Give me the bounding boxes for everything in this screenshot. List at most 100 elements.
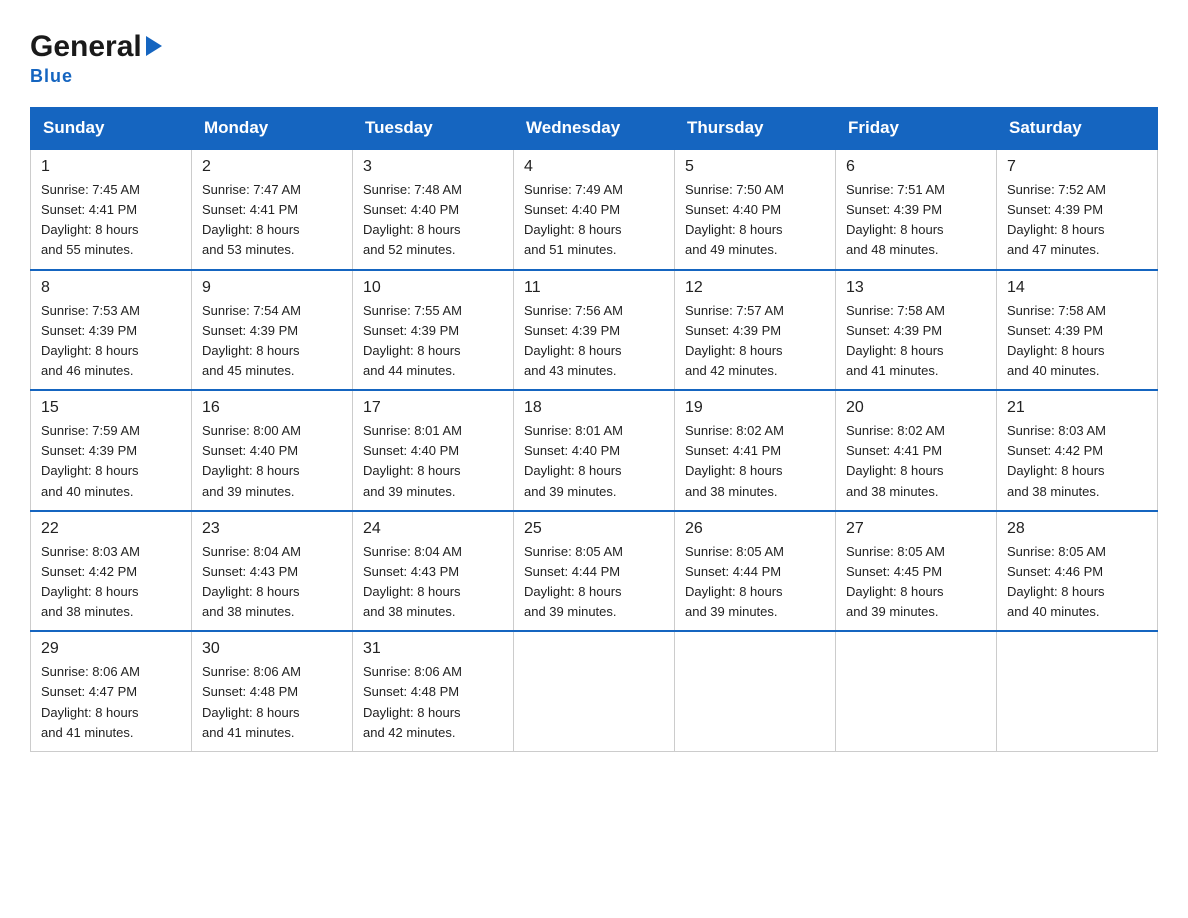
calendar-header-row: SundayMondayTuesdayWednesdayThursdayFrid… [31,108,1158,150]
calendar-day-cell [514,631,675,751]
day-info: Sunrise: 8:04 AM Sunset: 4:43 PM Dayligh… [363,542,503,623]
day-info: Sunrise: 8:01 AM Sunset: 4:40 PM Dayligh… [363,421,503,502]
day-number: 6 [846,158,986,176]
day-info: Sunrise: 7:48 AM Sunset: 4:40 PM Dayligh… [363,180,503,261]
calendar-day-cell: 4 Sunrise: 7:49 AM Sunset: 4:40 PM Dayli… [514,149,675,270]
day-info: Sunrise: 8:06 AM Sunset: 4:48 PM Dayligh… [202,662,342,743]
day-info: Sunrise: 7:57 AM Sunset: 4:39 PM Dayligh… [685,301,825,382]
day-info: Sunrise: 8:06 AM Sunset: 4:48 PM Dayligh… [363,662,503,743]
header-thursday: Thursday [675,108,836,150]
day-info: Sunrise: 8:06 AM Sunset: 4:47 PM Dayligh… [41,662,181,743]
day-number: 31 [363,640,503,658]
day-number: 4 [524,158,664,176]
calendar-day-cell: 11 Sunrise: 7:56 AM Sunset: 4:39 PM Dayl… [514,270,675,391]
day-number: 13 [846,279,986,297]
calendar-day-cell: 5 Sunrise: 7:50 AM Sunset: 4:40 PM Dayli… [675,149,836,270]
day-number: 24 [363,520,503,538]
calendar-day-cell: 26 Sunrise: 8:05 AM Sunset: 4:44 PM Dayl… [675,511,836,632]
day-info: Sunrise: 7:49 AM Sunset: 4:40 PM Dayligh… [524,180,664,261]
day-info: Sunrise: 8:02 AM Sunset: 4:41 PM Dayligh… [846,421,986,502]
calendar-day-cell: 21 Sunrise: 8:03 AM Sunset: 4:42 PM Dayl… [997,390,1158,511]
calendar-day-cell: 8 Sunrise: 7:53 AM Sunset: 4:39 PM Dayli… [31,270,192,391]
day-info: Sunrise: 7:47 AM Sunset: 4:41 PM Dayligh… [202,180,342,261]
day-number: 1 [41,158,181,176]
calendar-day-cell: 9 Sunrise: 7:54 AM Sunset: 4:39 PM Dayli… [192,270,353,391]
logo-general-text: General [30,30,142,64]
calendar-day-cell: 15 Sunrise: 7:59 AM Sunset: 4:39 PM Dayl… [31,390,192,511]
logo-blue-text: Blue [30,66,73,87]
day-info: Sunrise: 7:53 AM Sunset: 4:39 PM Dayligh… [41,301,181,382]
day-number: 21 [1007,399,1147,417]
day-number: 12 [685,279,825,297]
calendar-day-cell: 25 Sunrise: 8:05 AM Sunset: 4:44 PM Dayl… [514,511,675,632]
day-number: 26 [685,520,825,538]
day-number: 29 [41,640,181,658]
day-info: Sunrise: 8:05 AM Sunset: 4:44 PM Dayligh… [685,542,825,623]
calendar-week-row: 29 Sunrise: 8:06 AM Sunset: 4:47 PM Dayl… [31,631,1158,751]
day-number: 2 [202,158,342,176]
day-number: 15 [41,399,181,417]
day-info: Sunrise: 7:58 AM Sunset: 4:39 PM Dayligh… [846,301,986,382]
day-number: 22 [41,520,181,538]
calendar-table: SundayMondayTuesdayWednesdayThursdayFrid… [30,107,1158,752]
day-number: 3 [363,158,503,176]
calendar-day-cell: 31 Sunrise: 8:06 AM Sunset: 4:48 PM Dayl… [353,631,514,751]
calendar-week-row: 15 Sunrise: 7:59 AM Sunset: 4:39 PM Dayl… [31,390,1158,511]
calendar-day-cell: 12 Sunrise: 7:57 AM Sunset: 4:39 PM Dayl… [675,270,836,391]
day-info: Sunrise: 7:58 AM Sunset: 4:39 PM Dayligh… [1007,301,1147,382]
day-number: 23 [202,520,342,538]
calendar-day-cell: 20 Sunrise: 8:02 AM Sunset: 4:41 PM Dayl… [836,390,997,511]
day-info: Sunrise: 8:03 AM Sunset: 4:42 PM Dayligh… [1007,421,1147,502]
day-number: 20 [846,399,986,417]
day-number: 16 [202,399,342,417]
day-number: 8 [41,279,181,297]
calendar-day-cell: 18 Sunrise: 8:01 AM Sunset: 4:40 PM Dayl… [514,390,675,511]
day-number: 10 [363,279,503,297]
calendar-day-cell: 22 Sunrise: 8:03 AM Sunset: 4:42 PM Dayl… [31,511,192,632]
day-info: Sunrise: 8:04 AM Sunset: 4:43 PM Dayligh… [202,542,342,623]
day-info: Sunrise: 8:01 AM Sunset: 4:40 PM Dayligh… [524,421,664,502]
logo: General Blue [30,30,162,87]
day-number: 17 [363,399,503,417]
header-wednesday: Wednesday [514,108,675,150]
calendar-day-cell [836,631,997,751]
day-info: Sunrise: 8:05 AM Sunset: 4:45 PM Dayligh… [846,542,986,623]
calendar-day-cell: 30 Sunrise: 8:06 AM Sunset: 4:48 PM Dayl… [192,631,353,751]
calendar-day-cell: 13 Sunrise: 7:58 AM Sunset: 4:39 PM Dayl… [836,270,997,391]
day-number: 25 [524,520,664,538]
day-info: Sunrise: 8:03 AM Sunset: 4:42 PM Dayligh… [41,542,181,623]
day-number: 19 [685,399,825,417]
calendar-day-cell [997,631,1158,751]
day-info: Sunrise: 7:52 AM Sunset: 4:39 PM Dayligh… [1007,180,1147,261]
calendar-day-cell: 17 Sunrise: 8:01 AM Sunset: 4:40 PM Dayl… [353,390,514,511]
calendar-day-cell: 28 Sunrise: 8:05 AM Sunset: 4:46 PM Dayl… [997,511,1158,632]
day-info: Sunrise: 8:00 AM Sunset: 4:40 PM Dayligh… [202,421,342,502]
calendar-day-cell: 10 Sunrise: 7:55 AM Sunset: 4:39 PM Dayl… [353,270,514,391]
calendar-day-cell: 19 Sunrise: 8:02 AM Sunset: 4:41 PM Dayl… [675,390,836,511]
day-number: 14 [1007,279,1147,297]
day-info: Sunrise: 7:59 AM Sunset: 4:39 PM Dayligh… [41,421,181,502]
calendar-day-cell: 29 Sunrise: 8:06 AM Sunset: 4:47 PM Dayl… [31,631,192,751]
header-friday: Friday [836,108,997,150]
day-number: 18 [524,399,664,417]
calendar-day-cell: 1 Sunrise: 7:45 AM Sunset: 4:41 PM Dayli… [31,149,192,270]
calendar-day-cell: 16 Sunrise: 8:00 AM Sunset: 4:40 PM Dayl… [192,390,353,511]
day-info: Sunrise: 7:56 AM Sunset: 4:39 PM Dayligh… [524,301,664,382]
day-number: 9 [202,279,342,297]
day-number: 27 [846,520,986,538]
day-info: Sunrise: 8:02 AM Sunset: 4:41 PM Dayligh… [685,421,825,502]
day-info: Sunrise: 7:51 AM Sunset: 4:39 PM Dayligh… [846,180,986,261]
day-number: 11 [524,279,664,297]
day-info: Sunrise: 7:45 AM Sunset: 4:41 PM Dayligh… [41,180,181,261]
day-number: 5 [685,158,825,176]
calendar-day-cell: 3 Sunrise: 7:48 AM Sunset: 4:40 PM Dayli… [353,149,514,270]
day-number: 7 [1007,158,1147,176]
calendar-day-cell: 7 Sunrise: 7:52 AM Sunset: 4:39 PM Dayli… [997,149,1158,270]
day-info: Sunrise: 7:50 AM Sunset: 4:40 PM Dayligh… [685,180,825,261]
calendar-day-cell: 6 Sunrise: 7:51 AM Sunset: 4:39 PM Dayli… [836,149,997,270]
header-sunday: Sunday [31,108,192,150]
day-info: Sunrise: 8:05 AM Sunset: 4:46 PM Dayligh… [1007,542,1147,623]
calendar-day-cell: 27 Sunrise: 8:05 AM Sunset: 4:45 PM Dayl… [836,511,997,632]
calendar-day-cell: 23 Sunrise: 8:04 AM Sunset: 4:43 PM Dayl… [192,511,353,632]
page-header: General Blue [30,30,1158,87]
